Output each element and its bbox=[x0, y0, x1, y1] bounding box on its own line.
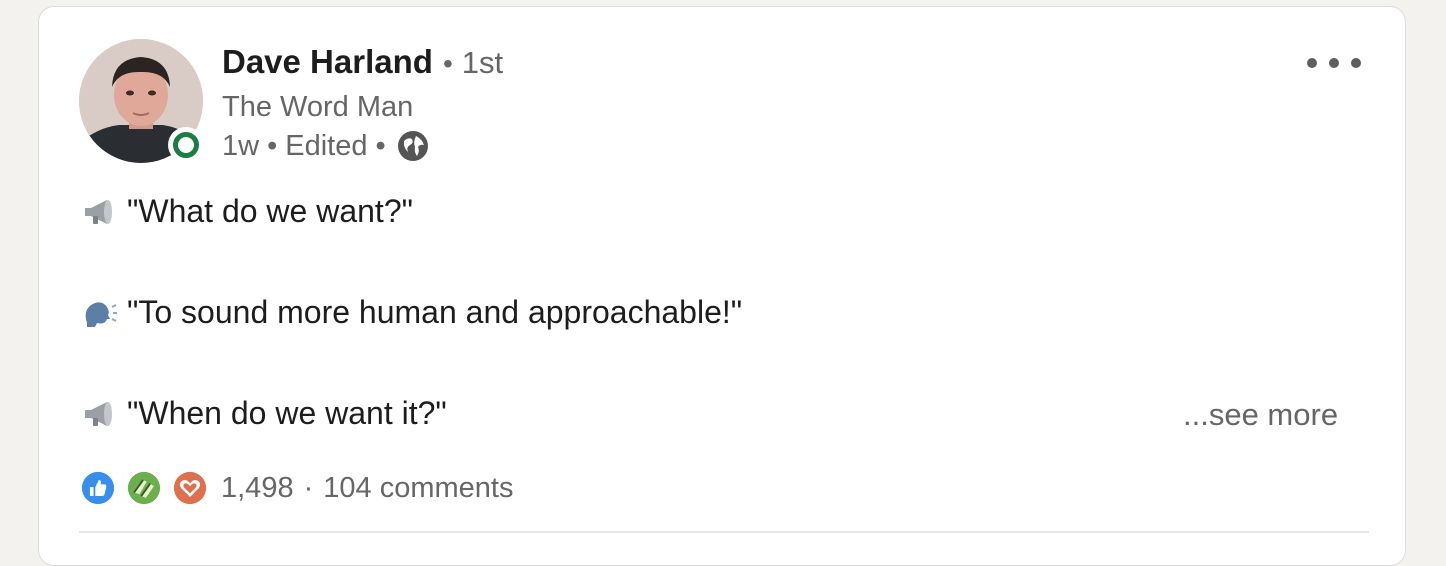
megaphone-icon bbox=[85, 199, 112, 224]
post-line-text: "To sound more human and approachable!" bbox=[127, 294, 743, 330]
post-text-line: "When do we want it?" bbox=[81, 395, 447, 432]
globe-icon bbox=[397, 131, 428, 161]
speaking-head-icon bbox=[85, 301, 117, 327]
online-status-indicator bbox=[168, 127, 204, 163]
meta-separator-dot: • bbox=[375, 129, 386, 162]
edited-label: Edited bbox=[285, 129, 368, 162]
more-options-button[interactable] bbox=[1303, 45, 1365, 81]
online-ring-icon bbox=[173, 132, 199, 158]
comment-count-link[interactable]: 104 comments bbox=[323, 472, 513, 505]
celebrate-reaction-icon bbox=[125, 469, 163, 507]
more-dot-icon bbox=[1329, 58, 1339, 68]
post-line-text: "What do we want?" bbox=[127, 193, 413, 229]
reaction-icons[interactable] bbox=[79, 469, 217, 507]
love-reaction-icon bbox=[171, 469, 209, 507]
post-timestamp: 1w bbox=[222, 129, 260, 162]
post-line-text: "When do we want it?" bbox=[127, 395, 447, 431]
post-text-line: "What do we want?" bbox=[81, 193, 413, 230]
author-name-row: Dave Harland • 1st bbox=[222, 43, 503, 81]
author-headline: The Word Man bbox=[222, 91, 414, 123]
connection-degree: 1st bbox=[461, 45, 504, 80]
post-meta: 1w • Edited • bbox=[222, 129, 430, 163]
feed-post-card: Dave Harland • 1st The Word Man 1w • Edi… bbox=[38, 6, 1406, 566]
reaction-count[interactable]: 1,498 bbox=[221, 472, 294, 505]
see-more-link[interactable]: ...see more bbox=[1183, 397, 1338, 433]
post-text-line: "To sound more human and approachable!" bbox=[81, 294, 742, 331]
name-separator-dot: • bbox=[442, 48, 453, 79]
more-dot-icon bbox=[1307, 58, 1317, 68]
meta-separator-dot: • bbox=[267, 129, 278, 162]
author-name[interactable]: Dave Harland bbox=[222, 43, 433, 81]
social-separator: · bbox=[303, 471, 314, 504]
megaphone-icon bbox=[85, 401, 112, 426]
actions-divider bbox=[79, 531, 1369, 533]
like-reaction-icon bbox=[79, 469, 117, 507]
more-dot-icon bbox=[1351, 58, 1361, 68]
social-counts: 1,498 · 104 comments bbox=[79, 469, 513, 507]
